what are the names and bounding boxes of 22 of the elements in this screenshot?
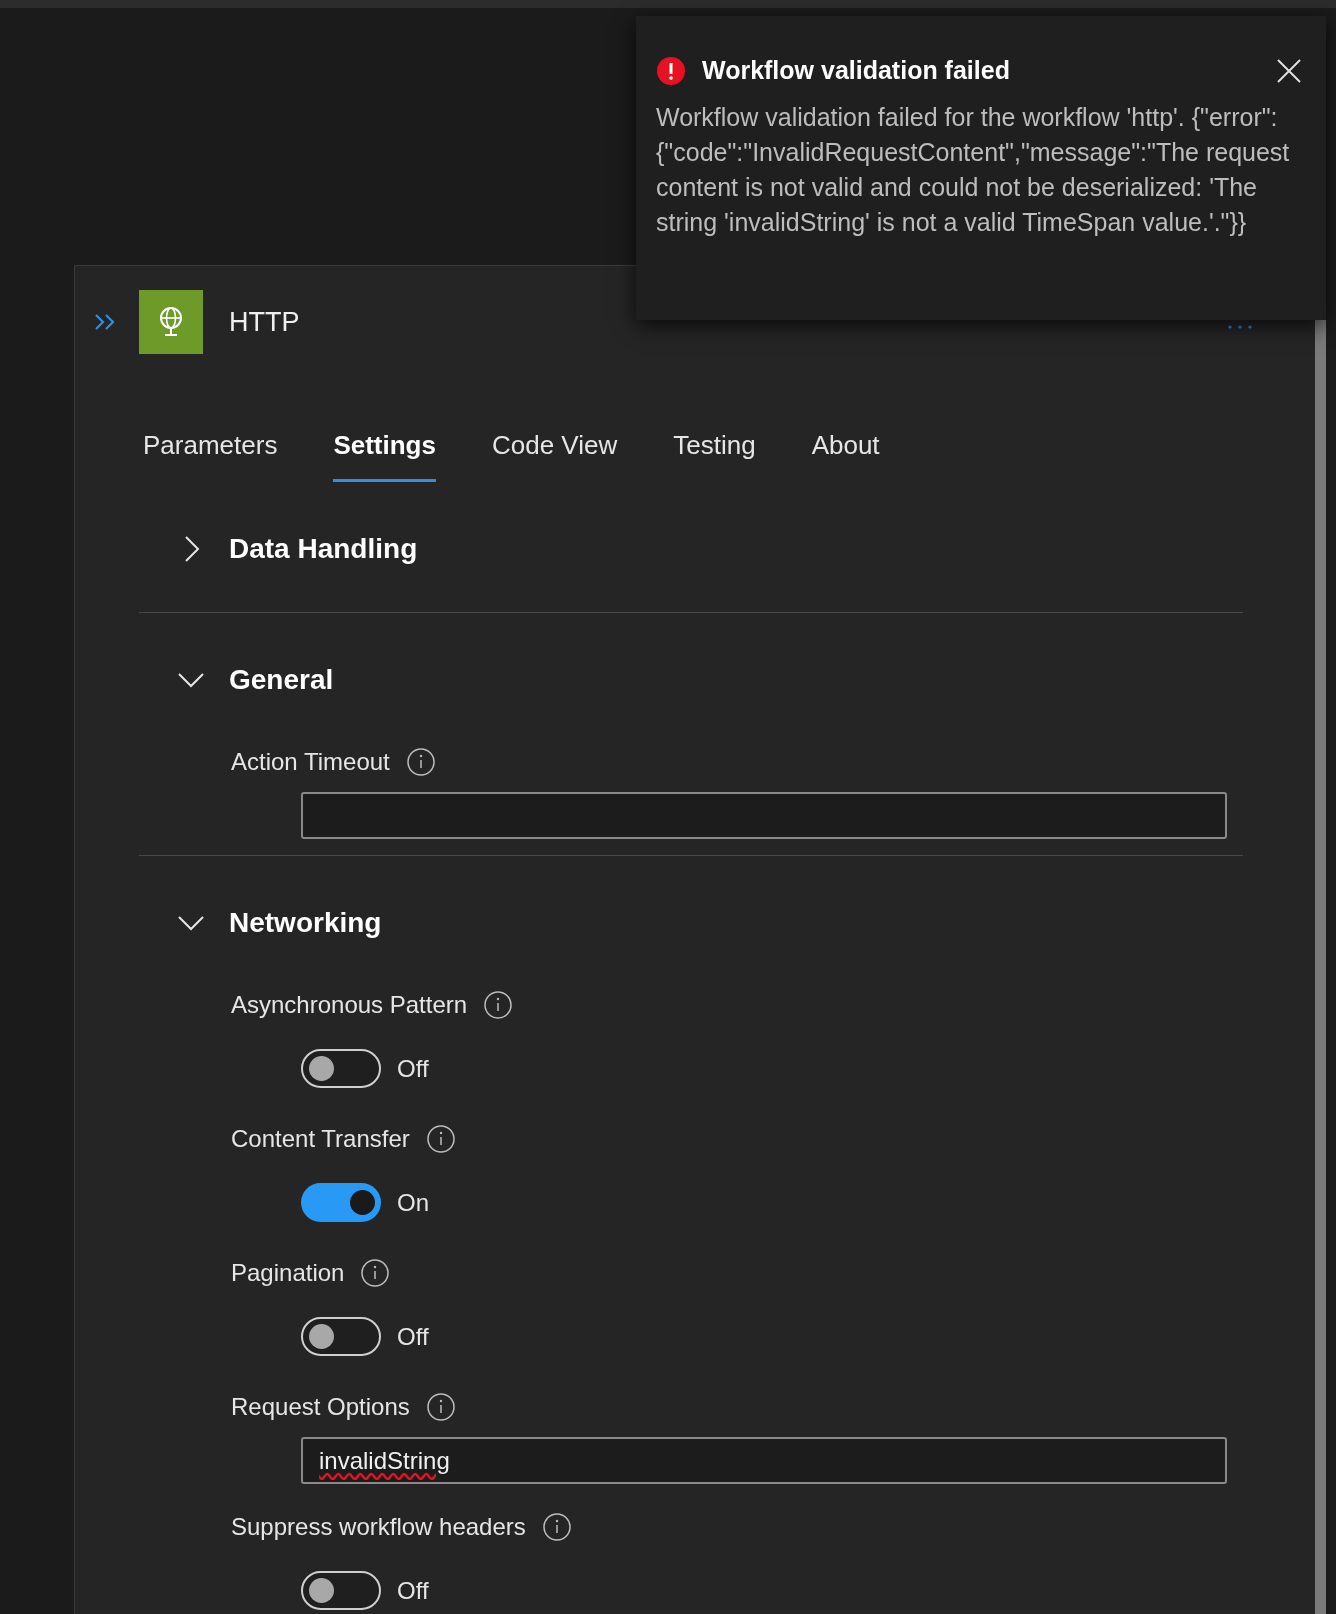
toggle-state: Off [397, 1321, 429, 1352]
setting-label: Pagination [231, 1258, 345, 1288]
setting-label: Asynchronous Pattern [231, 990, 468, 1020]
setting-label: Request Options [231, 1392, 410, 1422]
section-header[interactable]: General [139, 613, 1243, 735]
tab[interactable]: About [811, 426, 880, 482]
toggle-state: Off [397, 1053, 429, 1084]
panel-title: HTTP [229, 305, 300, 339]
setting-label: Suppress workflow headers [231, 1512, 526, 1542]
tab[interactable]: Parameters [143, 426, 278, 482]
setting-label: Content Transfer [231, 1124, 410, 1154]
toggle-state: Off [397, 1575, 429, 1606]
setting-label: Action Timeout [231, 747, 390, 777]
toast-message: Workflow validation failed for the workflow 'http'. {"error":{"code":"InvalidRequestContent","message":"The request content is not valid and could not be deserialized: 'The string 'invalidString' is not a valid TimeSpan value.'."}} [656, 101, 1291, 238]
section-header[interactable]: Data Handling [139, 482, 1243, 604]
tab[interactable]: Code View [491, 426, 618, 482]
section-header[interactable]: Networking [139, 856, 1243, 978]
input-field[interactable]: invalidString [301, 1437, 1227, 1484]
toggle-state: On [397, 1187, 429, 1218]
toast-title: Workflow validation failed [702, 55, 1010, 86]
tab[interactable]: Settings [333, 426, 436, 482]
tab[interactable]: Testing [673, 426, 756, 482]
